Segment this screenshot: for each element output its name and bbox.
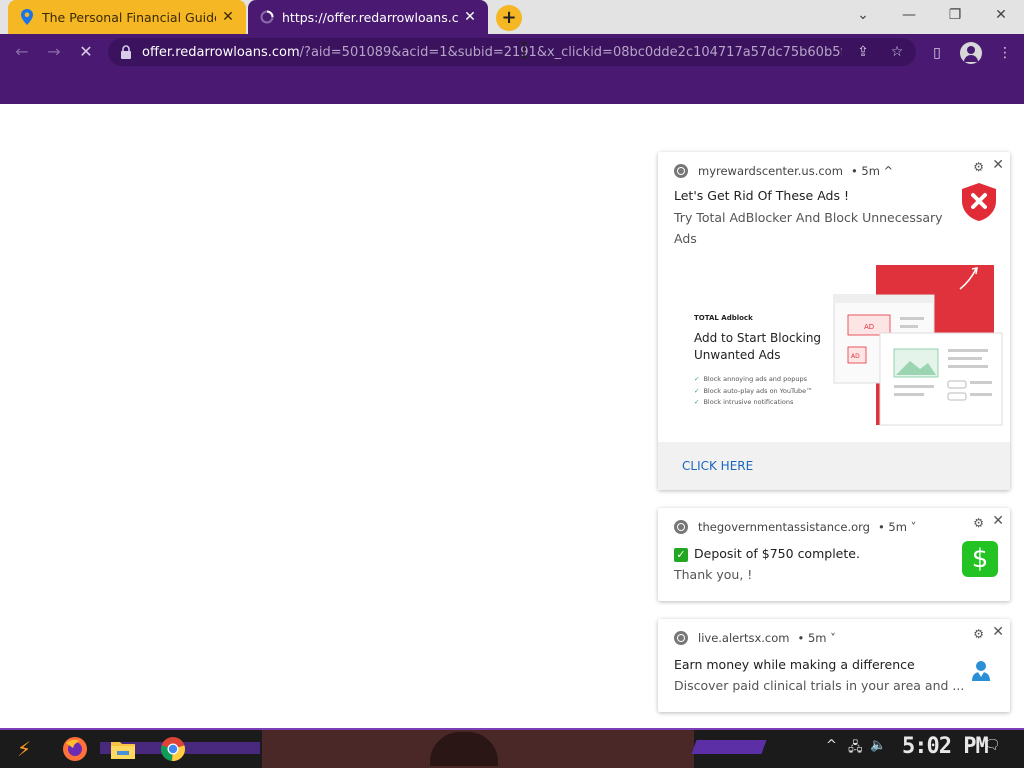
notification-time[interactable]: • 5m ˅: [878, 520, 916, 534]
menu-kebab-icon[interactable]: ⋮: [994, 42, 1016, 64]
close-icon[interactable]: ✕: [992, 157, 1004, 173]
tab-strip: The Personal Financial Guide ✕ https://o…: [0, 0, 1024, 34]
promo-bullets: ✓ Block annoying ads and popups ✓ Block au…: [694, 374, 813, 409]
settings-gear-icon[interactable]: ⚙: [973, 516, 984, 530]
close-icon[interactable]: ✕: [992, 513, 1004, 529]
back-arrow-icon[interactable]: ←: [8, 38, 36, 66]
ad-tag: AD: [851, 353, 860, 360]
chrome-icon[interactable]: [158, 734, 188, 764]
address-bar[interactable]: offer.redarrowloans.com/?aid=501089&acid…: [108, 38, 916, 66]
dollar-icon: $: [962, 541, 998, 577]
taskbar-decoration: [691, 740, 767, 754]
notification-header: myrewardscenter.us.com • 5m ^: [674, 164, 893, 178]
notification-site: live.alertsx.com: [698, 631, 790, 645]
network-icon[interactable]: 🖧: [848, 738, 863, 760]
text-cursor-icon: [521, 42, 527, 58]
close-icon[interactable]: ✕: [992, 624, 1004, 640]
new-tab-button[interactable]: +: [496, 5, 522, 31]
volume-icon[interactable]: 🔈: [870, 738, 886, 753]
url-host: offer.redarrowloans.com: [142, 44, 300, 60]
stop-loading-icon[interactable]: ✕: [72, 38, 100, 66]
notification-title: ✓ Deposit of $750 complete.: [674, 546, 860, 562]
restore-icon[interactable]: ❐: [932, 0, 978, 30]
lock-icon: [121, 45, 131, 59]
tray-overflow-chevron-icon[interactable]: ^: [826, 738, 837, 753]
tab-title: The Personal Financial Guide: [42, 9, 216, 25]
person-icon: [972, 661, 990, 681]
check-icon: ✓: [694, 398, 700, 406]
checkmark-icon: ✓: [674, 548, 688, 562]
side-panel-icon[interactable]: ▯: [926, 42, 948, 64]
settings-gear-icon[interactable]: ⚙: [973, 627, 984, 641]
page-header-band: [0, 70, 1024, 104]
notification-time[interactable]: • 5m ˅: [798, 631, 836, 645]
click-here-button[interactable]: CLICK HERE: [682, 459, 753, 473]
adblock-illustration: AD AD: [833, 265, 1003, 426]
map-pin-icon: [21, 9, 33, 25]
chrome-icon: [674, 520, 688, 534]
notification-title: Let's Get Rid Of These Ads !: [674, 188, 849, 203]
tab-title: https://offer.redarrowloans.co: [282, 9, 458, 25]
promo-bullet: ✓ Block annoying ads and popups: [694, 375, 807, 383]
notification-title: Earn money while making a difference: [674, 657, 915, 672]
settings-gear-icon[interactable]: ⚙: [973, 160, 984, 174]
taskbar: ⚡ ^ 🖧 🔈 🗨: [0, 728, 1024, 768]
notification-body: Try Total AdBlocker And Block Unnecessar…: [674, 210, 943, 246]
tab-personal-financial-guide[interactable]: The Personal Financial Guide ✕: [8, 0, 246, 34]
notification-card[interactable]: live.alertsx.com • 5m ˅ ⚙ ✕ Earn money w…: [658, 619, 1010, 712]
shield-x-icon: [962, 183, 996, 221]
share-icon[interactable]: ⇪: [854, 43, 872, 61]
forward-arrow-icon[interactable]: →: [40, 38, 68, 66]
bookmark-star-icon[interactable]: ☆: [888, 43, 906, 61]
loading-spinner-icon: [260, 10, 274, 24]
taskbar-clock[interactable]: 5:02 PM: [902, 734, 989, 759]
notification-card[interactable]: myrewardscenter.us.com • 5m ^ ⚙ ✕ Let's …: [658, 152, 1010, 490]
notification-header: thegovernmentassistance.org • 5m ˅: [674, 520, 916, 534]
notification-body: Thank you, !: [674, 567, 753, 582]
notification-time[interactable]: • 5m ^: [851, 164, 893, 178]
notification-site: myrewardscenter.us.com: [698, 164, 843, 178]
check-icon: ✓: [694, 386, 700, 395]
notification-card[interactable]: thegovernmentassistance.org • 5m ˅ ⚙ ✕ ✓…: [658, 508, 1010, 601]
tab-close-icon[interactable]: ✕: [458, 9, 482, 25]
promo-bullet: ✓ Block intrusive notifications: [694, 398, 794, 406]
promo-image[interactable]: TOTAL Adblock Add to Start Blocking Unwa…: [658, 260, 1010, 442]
url-text[interactable]: offer.redarrowloans.com/?aid=501089&acid…: [142, 45, 842, 60]
notification-header: live.alertsx.com • 5m ˅: [674, 631, 836, 645]
start-icon[interactable]: ⚡: [10, 734, 40, 764]
notification-site: thegovernmentassistance.org: [698, 520, 870, 534]
notification-footer: CLICK HERE: [658, 442, 1010, 490]
minimize-icon[interactable]: —: [886, 0, 932, 30]
promo-brand: TOTAL Adblock: [694, 314, 753, 322]
notification-body: Discover paid clinical trials in your ar…: [674, 678, 964, 693]
url-path: /?aid=501089&acid=1&subid=2191&x_clickid…: [299, 44, 842, 60]
close-window-icon[interactable]: ✕: [978, 0, 1024, 30]
firefox-icon[interactable]: [60, 734, 90, 764]
chrome-icon: [674, 164, 688, 178]
file-explorer-icon[interactable]: [108, 734, 138, 764]
profile-avatar-icon[interactable]: [960, 42, 982, 64]
tab-search-chevron-icon[interactable]: ⌄: [840, 0, 886, 30]
ad-tag: AD: [864, 323, 874, 331]
chrome-icon: [674, 631, 688, 645]
browser-toolbar: ← → ✕ offer.redarrowloans.com/?aid=50108…: [0, 34, 1024, 70]
promo-bullet: ✓ Block auto-play ads on YouTube™: [694, 386, 813, 395]
promo-headline: Add to Start Blocking Unwanted Ads: [694, 331, 822, 362]
tab-close-icon[interactable]: ✕: [216, 9, 240, 25]
check-icon: ✓: [694, 375, 700, 383]
tab-offer-redarrowloans[interactable]: https://offer.redarrowloans.co ✕: [248, 0, 488, 34]
